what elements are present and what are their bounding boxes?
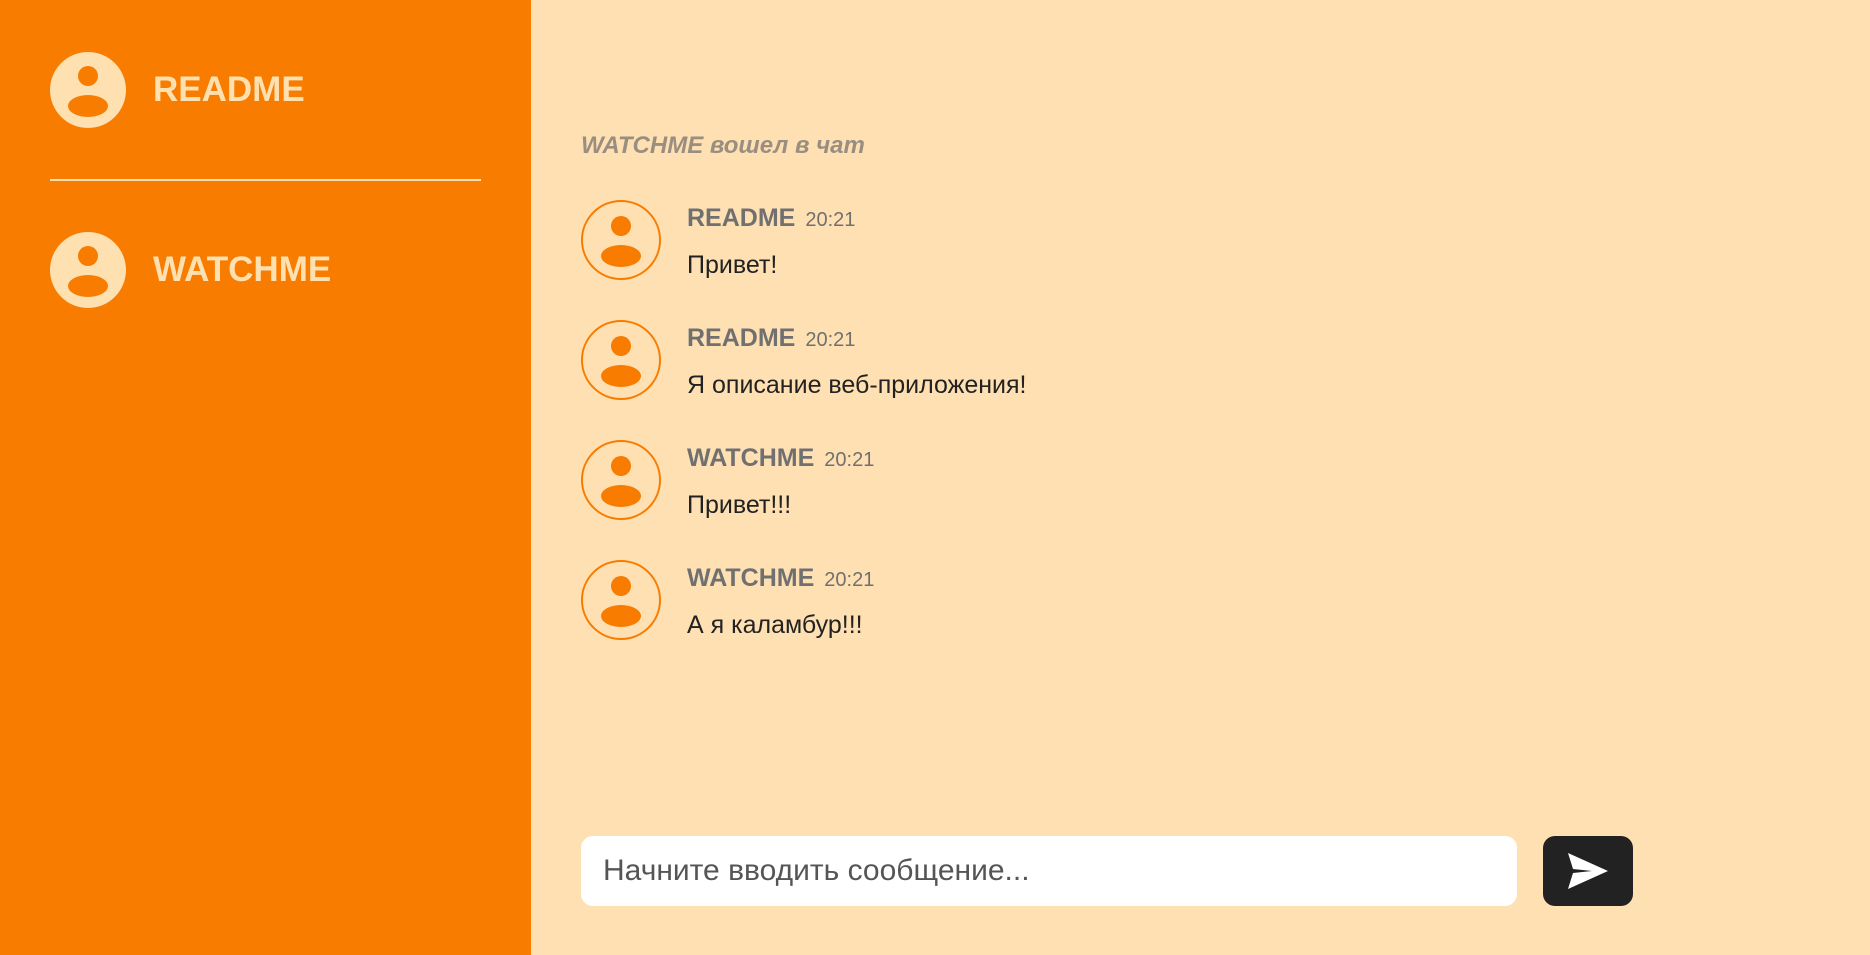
message-author: README bbox=[687, 324, 796, 352]
message-item: README 20:21 Я описание веб-приложения! bbox=[581, 320, 1631, 400]
message-time: 20:21 bbox=[824, 449, 875, 471]
message-item: WATCHME 20:21 Привет!!! bbox=[581, 440, 1631, 520]
user-avatar-icon bbox=[601, 336, 641, 387]
message-text: Привет! bbox=[687, 251, 778, 279]
message-input[interactable] bbox=[581, 836, 1517, 906]
chat-main: WATCHME вошел в чат README 20:21 Привет! bbox=[531, 0, 1870, 955]
sidebar-user-name: WATCHME bbox=[153, 250, 332, 289]
system-message: WATCHME вошел в чат bbox=[581, 132, 865, 159]
send-button[interactable] bbox=[1543, 836, 1633, 906]
sidebar-divider bbox=[50, 179, 481, 181]
message-avatar bbox=[581, 200, 661, 280]
user-avatar-icon bbox=[601, 216, 641, 267]
message-body: README 20:21 Привет! bbox=[687, 200, 855, 280]
message-avatar bbox=[581, 320, 661, 400]
message-author: README bbox=[687, 204, 796, 232]
user-avatar-icon bbox=[601, 456, 641, 507]
users-sidebar: README WATCHME bbox=[0, 0, 531, 955]
user-avatar-icon bbox=[601, 576, 641, 627]
message-avatar bbox=[581, 440, 661, 520]
message-time: 20:21 bbox=[805, 209, 856, 231]
chat-app: README WATCHME WATCHME вошел в чат READM… bbox=[0, 0, 1870, 955]
message-avatar bbox=[581, 560, 661, 640]
sidebar-user-watchme[interactable]: WATCHME bbox=[50, 232, 481, 308]
message-body: README 20:21 Я описание веб-приложения! bbox=[687, 320, 1026, 400]
message-body: WATCHME 20:21 А я каламбур!!! bbox=[687, 560, 874, 640]
message-time: 20:21 bbox=[805, 329, 856, 351]
sidebar-user-readme[interactable]: README bbox=[50, 52, 481, 128]
message-text: Привет!!! bbox=[687, 491, 792, 519]
message-time: 20:21 bbox=[824, 569, 875, 591]
message-body: WATCHME 20:21 Привет!!! bbox=[687, 440, 874, 520]
message-text: Я описание веб-приложения! bbox=[687, 371, 1027, 399]
sidebar-user-name: README bbox=[153, 70, 305, 109]
message-author: WATCHME bbox=[687, 564, 815, 592]
message-item: README 20:21 Привет! bbox=[581, 200, 1631, 280]
message-item: WATCHME 20:21 А я каламбур!!! bbox=[581, 560, 1631, 640]
message-composer bbox=[581, 836, 1633, 906]
message-author: WATCHME bbox=[687, 444, 815, 472]
send-icon bbox=[1568, 853, 1608, 889]
user-avatar-icon bbox=[50, 232, 126, 308]
user-avatar-icon bbox=[50, 52, 126, 128]
message-list: README 20:21 Привет! README 20:21 Я опис… bbox=[581, 200, 1631, 680]
message-text: А я каламбур!!! bbox=[687, 611, 863, 639]
